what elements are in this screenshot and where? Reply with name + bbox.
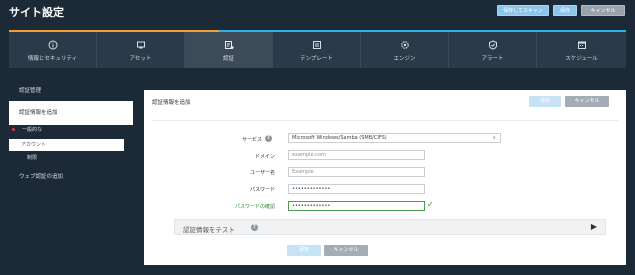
tab-label: エンジン [393, 56, 416, 62]
test-help-icon[interactable]: ? [251, 224, 258, 231]
tab-label: 情報とセキュリティ [27, 56, 78, 62]
sidebar-sub-account[interactable]: アカウント [9, 139, 124, 151]
panel-title: 認証情報を追加 [152, 100, 191, 106]
auth-icon [224, 41, 233, 49]
tab-alerts[interactable]: アラート [449, 32, 537, 68]
tab-label: アラート [481, 56, 504, 62]
domain-label: ドメイン [254, 154, 275, 160]
assets-icon [136, 41, 145, 49]
test-credentials-label: 認証情報をテスト [183, 226, 235, 234]
tab-info-security[interactable]: 情報とセキュリティ [9, 32, 97, 68]
panel-cancel-button[interactable]: キャンセル [565, 96, 609, 107]
app-header: サイト設定 保存してスキャン 保存 キャンセル [0, 0, 635, 26]
chevron-down-icon: ∨ [492, 135, 496, 141]
cancel-button[interactable]: キャンセル [581, 5, 625, 16]
engine-icon [400, 41, 409, 49]
confirm-password-label: パスワードの確認 [234, 204, 275, 210]
username-field[interactable]: Example [288, 167, 425, 177]
panel-save-button[interactable]: 保存 [529, 96, 561, 107]
check-icon: ✓ [427, 200, 434, 209]
expand-arrow-icon[interactable]: ▶ [591, 222, 597, 231]
tab-authentication[interactable]: 認証 [185, 32, 273, 68]
save-and-scan-button[interactable]: 保存してスキャン [497, 5, 549, 16]
tab-engines[interactable]: エンジン [361, 32, 449, 68]
service-select-value: Microsoft Windows/Samba (SMB/CIFS) [292, 135, 387, 141]
info-icon [48, 40, 57, 50]
tab-label: アセット [129, 56, 152, 62]
sidebar-item-add-web-auth[interactable]: ウェブ認証の追加 [19, 172, 63, 180]
test-credentials-bar[interactable]: 認証情報をテスト ? ▶ [174, 219, 606, 235]
required-indicator [12, 128, 15, 131]
username-label: ユーザー名 [250, 170, 275, 176]
domain-field[interactable]: example.com [288, 150, 425, 160]
tab-label: スケジュール [565, 56, 598, 62]
tab-schedule[interactable]: スケジュール [537, 32, 626, 68]
template-icon [312, 41, 321, 49]
credentials-panel: 認証情報を追加 保存 キャンセル サービス ? Microsoft Window… [144, 90, 626, 265]
service-help-icon[interactable]: ? [265, 135, 272, 142]
bottom-save-button[interactable]: 保存 [287, 245, 321, 256]
bottom-cancel-button[interactable]: キャンセル [324, 245, 368, 256]
password-label: パスワード [249, 187, 275, 193]
sidebar-item-add-credentials[interactable]: 認証情報を追加 [9, 101, 133, 125]
settings-tab-bar: 情報とセキュリティ アセット 認証 テンプレート エンジン アラート スケジュー… [9, 30, 626, 68]
service-select[interactable]: Microsoft Windows/Samba (SMB/CIFS) ∨ [288, 133, 501, 143]
page-title: サイト設定 [9, 6, 64, 19]
tab-templates[interactable]: テンプレート [273, 32, 361, 68]
tab-assets[interactable]: アセット [97, 32, 185, 68]
sidebar-sub-general[interactable]: 一般的な [22, 126, 42, 133]
panel-divider [152, 120, 618, 121]
sidebar-sub-restrictions[interactable]: 制限 [27, 154, 37, 161]
schedule-icon [577, 41, 586, 49]
save-button[interactable]: 保存 [553, 5, 577, 16]
password-field[interactable]: ••••••••••••• [288, 184, 425, 194]
service-label: サービス [241, 137, 262, 143]
confirm-password-field[interactable]: ••••••••••••• [288, 201, 425, 211]
tab-label: テンプレート [300, 56, 333, 62]
sidebar-heading[interactable]: 認証管理 [9, 82, 133, 100]
tab-label: 認証 [222, 56, 234, 62]
alert-icon [488, 40, 497, 50]
